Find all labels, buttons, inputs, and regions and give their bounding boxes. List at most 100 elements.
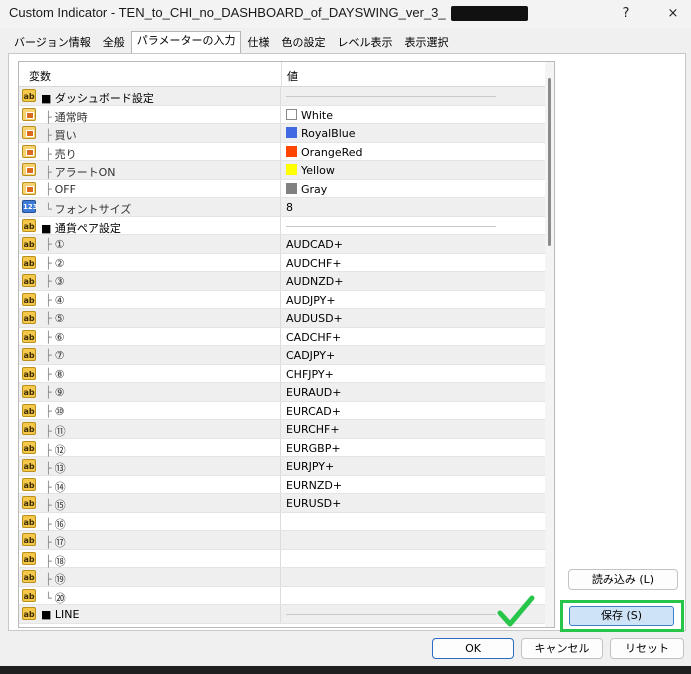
- tab-3[interactable]: 仕様: [241, 33, 275, 52]
- parameter-row[interactable]: ├ アラートON Yellow: [19, 161, 545, 180]
- tab-4[interactable]: 色の設定: [275, 33, 331, 52]
- parameter-row[interactable]: ab ├ ⑤ AUDUSD+: [19, 309, 545, 328]
- parameter-row[interactable]: ab ├ ⑰: [19, 531, 545, 550]
- parameter-row[interactable]: ab ├ ⑪ EURCHF+: [19, 420, 545, 439]
- variable-cell[interactable]: ab ├ ⑤: [19, 309, 281, 327]
- help-button[interactable]: ?: [611, 4, 641, 24]
- ok-button[interactable]: OK: [432, 638, 514, 659]
- parameter-row[interactable]: ab ├ ④ AUDJPY+: [19, 290, 545, 309]
- parameter-value[interactable]: EURCHF+: [286, 423, 340, 436]
- parameter-row[interactable]: 123 └ フォントサイズ 8: [19, 198, 545, 217]
- parameter-row[interactable]: ab ├ ⑭ EURNZD+: [19, 475, 545, 494]
- vertical-scrollbar[interactable]: [545, 62, 554, 627]
- variable-cell[interactable]: ab ├ ⑲: [19, 568, 281, 586]
- load-button[interactable]: 読み込み (L): [568, 569, 678, 590]
- parameter-row[interactable]: ab ├ ⑲: [19, 568, 545, 587]
- variable-cell[interactable]: ab ├ ⑯: [19, 512, 281, 531]
- variable-cell[interactable]: ab ├ ⑦: [19, 346, 281, 364]
- value-cell[interactable]: EURGBP+: [282, 439, 545, 457]
- variable-cell[interactable]: ab ├ ⑮: [19, 494, 281, 512]
- color-swatch[interactable]: [286, 164, 297, 175]
- column-header-value[interactable]: 値: [287, 68, 298, 84]
- value-cell[interactable]: EURCAD+: [282, 402, 545, 420]
- cancel-button[interactable]: キャンセル: [521, 638, 603, 659]
- value-cell[interactable]: CADJPY+: [282, 346, 545, 364]
- value-cell[interactable]: AUDUSD+: [282, 309, 545, 327]
- variable-cell[interactable]: ├ アラートON: [19, 161, 281, 179]
- color-swatch[interactable]: [286, 145, 297, 157]
- parameter-value[interactable]: AUDJPY+: [286, 294, 336, 307]
- parameter-row[interactable]: ab ├ ① AUDCAD+: [19, 235, 545, 254]
- parameter-value[interactable]: EURJPY+: [286, 460, 334, 473]
- color-swatch[interactable]: [286, 127, 297, 138]
- parameter-value[interactable]: EURCAD+: [286, 405, 341, 418]
- parameters-grid[interactable]: 変数 値 ab ■ ダッシュボード設定 ├ 通常時 White ├ 買い RoyalBlue ├…: [18, 61, 555, 628]
- variable-cell[interactable]: ab ├ ④: [19, 290, 281, 308]
- variable-cell[interactable]: ab ├ ⑨: [19, 383, 281, 401]
- parameter-row[interactable]: ab └ ⑳: [19, 586, 545, 605]
- parameter-row[interactable]: ab ├ ⑥ CADCHF+: [19, 327, 545, 346]
- value-cell[interactable]: CADCHF+: [282, 328, 545, 346]
- value-cell[interactable]: [282, 568, 545, 586]
- parameter-row[interactable]: ├ 買い RoyalBlue: [19, 124, 545, 143]
- color-swatch[interactable]: [286, 182, 297, 194]
- parameter-row[interactable]: ab ├ ⑮ EURUSD+: [19, 494, 545, 513]
- variable-cell[interactable]: 123 └ フォントサイズ: [19, 198, 281, 216]
- save-button[interactable]: 保存 (S): [569, 606, 674, 626]
- variable-cell[interactable]: ab ├ ⑧: [19, 364, 281, 382]
- parameter-row[interactable]: ab ■ ダッシュボード設定: [19, 87, 545, 106]
- variable-cell[interactable]: ab ├ ⑱: [19, 549, 281, 568]
- parameter-row[interactable]: ab ├ ⑦ CADJPY+: [19, 346, 545, 365]
- parameter-value[interactable]: AUDUSD+: [286, 312, 343, 325]
- parameter-value[interactable]: EURNZD+: [286, 479, 342, 492]
- value-cell[interactable]: [282, 87, 545, 105]
- parameter-value[interactable]: AUDNZD+: [286, 275, 344, 288]
- variable-cell[interactable]: ab ├ ⑩: [19, 401, 281, 419]
- variable-cell[interactable]: ab ├ ⑰: [19, 531, 281, 549]
- tab-2[interactable]: パラメーターの入力: [130, 31, 242, 53]
- parameter-value[interactable]: CADCHF+: [286, 331, 341, 344]
- parameter-row[interactable]: ab ■ 通貨ペア設定: [19, 216, 545, 235]
- parameter-value[interactable]: AUDCHF+: [286, 257, 342, 270]
- parameter-row[interactable]: ├ 売り OrangeRed: [19, 142, 545, 161]
- value-cell[interactable]: AUDNZD+: [282, 272, 545, 290]
- variable-cell[interactable]: ab ■ LINE: [19, 605, 281, 623]
- variable-cell[interactable]: ├ 売り: [19, 142, 281, 161]
- variable-cell[interactable]: ├ 通常時: [19, 105, 281, 124]
- value-cell[interactable]: EURCHF+: [282, 420, 545, 438]
- variable-cell[interactable]: ab └ ⑳: [19, 586, 281, 605]
- value-cell[interactable]: EURJPY+: [282, 457, 545, 475]
- variable-cell[interactable]: ab ├ ③: [19, 272, 281, 290]
- parameter-row[interactable]: ab ├ ⑱: [19, 549, 545, 568]
- variable-cell[interactable]: ab ├ ⑬: [19, 457, 281, 475]
- parameter-row[interactable]: ab ├ ⑯: [19, 512, 545, 531]
- value-cell[interactable]: [282, 217, 545, 235]
- value-cell[interactable]: White: [282, 106, 545, 124]
- parameter-value[interactable]: CADJPY+: [286, 349, 335, 362]
- variable-cell[interactable]: ab ├ ⑭: [19, 475, 281, 494]
- tab-0[interactable]: バージョン情報: [8, 33, 97, 52]
- value-cell[interactable]: OrangeRed: [282, 143, 545, 161]
- parameter-value[interactable]: 8: [286, 201, 293, 214]
- variable-cell[interactable]: ab ■ ダッシュボード設定: [19, 87, 281, 105]
- value-cell[interactable]: EURAUD+: [282, 383, 545, 401]
- parameter-row[interactable]: ab ├ ② AUDCHF+: [19, 253, 545, 272]
- variable-cell[interactable]: ab ├ ⑫: [19, 438, 281, 457]
- column-separator[interactable]: [281, 62, 282, 86]
- parameter-row[interactable]: ab ├ ⑨ EURAUD+: [19, 383, 545, 402]
- column-header-variable[interactable]: 変数: [29, 68, 51, 84]
- variable-cell[interactable]: ab ■ 通貨ペア設定: [19, 216, 281, 235]
- value-cell[interactable]: [282, 513, 545, 531]
- tab-5[interactable]: レベル表示: [331, 33, 398, 52]
- parameter-value[interactable]: CHFJPY+: [286, 368, 334, 381]
- scrollbar-thumb[interactable]: [548, 78, 551, 246]
- parameter-row[interactable]: ab ├ ③ AUDNZD+: [19, 272, 545, 291]
- parameter-value[interactable]: EURGBP+: [286, 442, 341, 455]
- reset-button[interactable]: リセット: [610, 638, 684, 659]
- value-cell[interactable]: 8: [282, 198, 545, 216]
- value-cell[interactable]: EURNZD+: [282, 476, 545, 494]
- parameter-row[interactable]: ab ├ ⑩ EURCAD+: [19, 401, 545, 420]
- variable-cell[interactable]: ab ├ ⑪: [19, 420, 281, 438]
- variable-cell[interactable]: ab ├ ①: [19, 235, 281, 253]
- variable-cell[interactable]: ab ├ ⑥: [19, 327, 281, 345]
